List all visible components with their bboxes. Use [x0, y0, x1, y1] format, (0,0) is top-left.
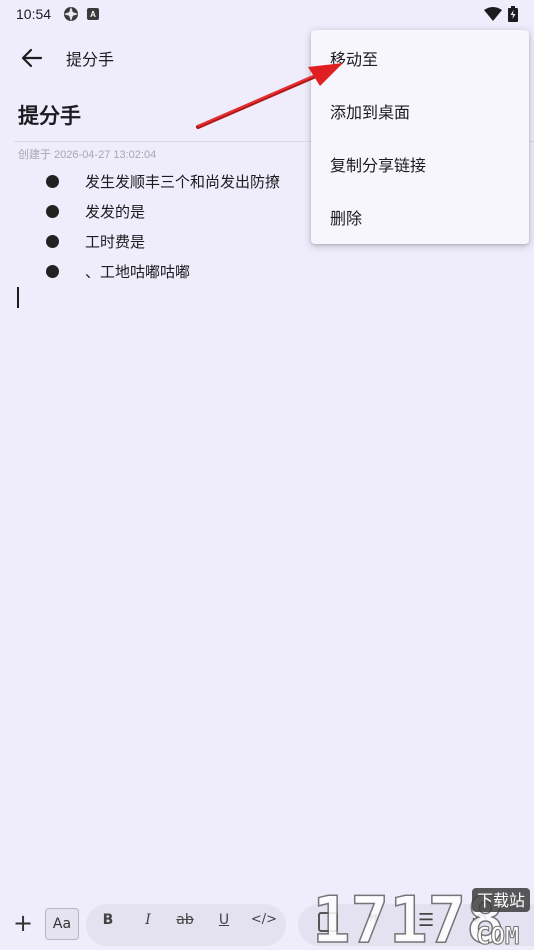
- app-bar-title: 提分手: [66, 50, 115, 69]
- underline-button[interactable]: U: [216, 912, 232, 932]
- list-item[interactable]: 、工地咕嘟咕嘟: [46, 256, 346, 286]
- italic-button[interactable]: I: [140, 912, 156, 932]
- status-time: 10:54: [16, 6, 52, 22]
- menu-item-add-to-desktop[interactable]: 添加到桌面: [311, 84, 529, 137]
- bullet-list[interactable]: 发生发顺丰三个和尚发出防撩 发发的是 工时费是 、工地咕嘟咕嘟: [46, 166, 346, 286]
- note-title[interactable]: 提分手: [18, 100, 81, 130]
- bullet-text: 发发的是: [85, 202, 146, 221]
- status-icons-right: [484, 6, 518, 22]
- bullet-text: 、工地咕嘟咕嘟: [85, 262, 191, 281]
- bold-button[interactable]: B: [100, 912, 116, 932]
- overflow-menu: 移动至 添加到桌面 复制分享链接 删除: [311, 30, 529, 244]
- menu-item-copy-share-link[interactable]: 复制分享链接: [311, 137, 529, 190]
- back-button[interactable]: [18, 44, 46, 72]
- list-icon[interactable]: ☰: [418, 910, 434, 931]
- strikethrough-button[interactable]: ab: [172, 912, 198, 932]
- text-style-button[interactable]: Aa: [45, 908, 79, 940]
- back-arrow-icon: [21, 48, 43, 68]
- menu-item-move-to[interactable]: 移动至: [311, 31, 529, 84]
- list-item[interactable]: 工时费是: [46, 226, 346, 256]
- bullet-text: 工时费是: [85, 232, 146, 251]
- quote-icon[interactable]: ❞: [368, 910, 379, 934]
- menu-item-delete[interactable]: 删除: [311, 190, 529, 243]
- checkbox-icon[interactable]: [318, 912, 338, 932]
- status-bar: 10:54 A: [0, 0, 534, 28]
- bullet-dot-icon: [46, 234, 59, 248]
- created-timestamp: 创建于 2026-04-27 13:02:04: [18, 149, 157, 161]
- bullet-dot-icon: [46, 204, 59, 218]
- format-toolbar: + Aa B I ab U </> ❞ ☰ ↶: [0, 900, 534, 950]
- bullet-text: 发生发顺丰三个和尚发出防撩: [85, 172, 281, 191]
- bullet-dot-icon: [46, 174, 59, 188]
- insert-button[interactable]: +: [12, 911, 34, 935]
- status-icons-left: A: [63, 6, 100, 22]
- wifi-icon: [484, 7, 502, 21]
- undo-icon[interactable]: ↶: [472, 910, 487, 931]
- text-cursor: [17, 287, 19, 308]
- accessibility-badge-icon: A: [87, 8, 100, 20]
- settings-icon: [64, 7, 79, 21]
- battery-icon: [508, 6, 518, 22]
- code-button[interactable]: </>: [250, 912, 278, 932]
- list-item[interactable]: 发发的是: [46, 196, 346, 226]
- bullet-dot-icon: [46, 264, 59, 278]
- list-item[interactable]: 发生发顺丰三个和尚发出防撩: [46, 166, 346, 196]
